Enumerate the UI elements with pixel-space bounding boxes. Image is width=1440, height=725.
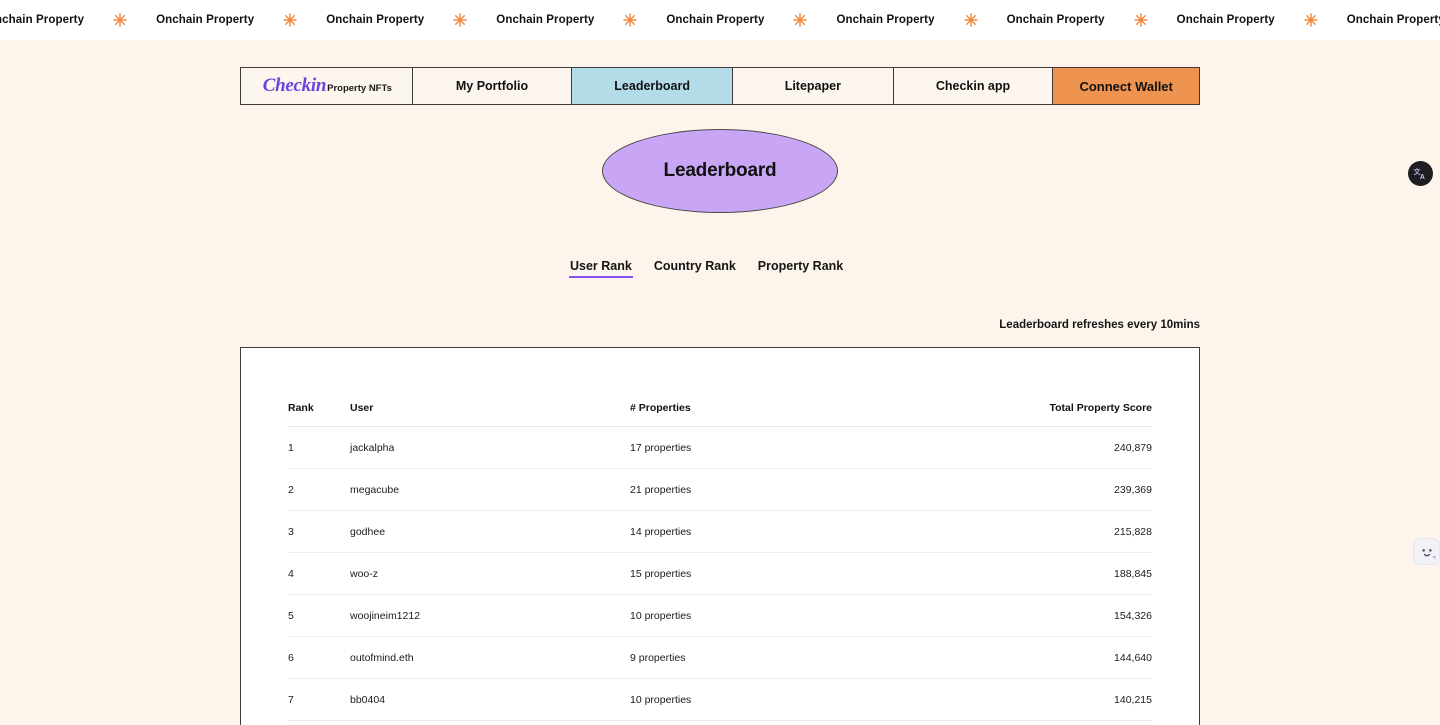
svg-text:A: A [1420, 174, 1425, 181]
cell-user: megacube [350, 468, 630, 511]
sparkle-icon [623, 13, 638, 27]
table-row[interactable]: 2 megacube 21 properties 239,369 [288, 468, 1152, 511]
table-row[interactable]: 3 godhee 14 properties 215,828 [288, 510, 1152, 553]
cell-score: 239,369 [920, 468, 1152, 511]
nav-item-my-portfolio[interactable]: My Portfolio [412, 68, 573, 104]
cell-user: jackalpha [350, 426, 630, 469]
tab-user-rank[interactable]: User Rank [559, 256, 643, 280]
cell-rank: 6 [288, 636, 350, 679]
leaderboard-tabs: User Rank Country Rank Property Rank [559, 256, 854, 280]
cell-user: outofmind.eth [350, 636, 630, 679]
connect-wallet-button[interactable]: Connect Wallet [1053, 68, 1200, 104]
cell-rank: 1 [288, 426, 350, 469]
column-header-properties: # Properties [630, 348, 920, 427]
cell-properties: 14 properties [630, 510, 920, 553]
column-header-user: User [350, 348, 630, 427]
cell-score: 240,879 [920, 426, 1152, 469]
table-body: 1 jackalpha 17 properties 240,879 2 megacube 2… [288, 426, 1152, 721]
cell-score: 215,828 [920, 510, 1152, 553]
cell-properties: 10 properties [630, 678, 920, 721]
announcement-marquee: Onchain Property Onchain Property Onchain … [0, 0, 1440, 40]
translate-icon: 文 A [1413, 167, 1425, 181]
tab-country-rank[interactable]: Country Rank [643, 256, 747, 280]
cell-properties: 9 properties [630, 636, 920, 679]
marquee-item: Onchain Property [1133, 12, 1303, 28]
chat-widget-button[interactable] [1413, 538, 1440, 565]
refresh-note: Leaderboard refreshes every 10mins [999, 319, 1200, 331]
cell-score: 154,326 [920, 594, 1152, 637]
marquee-text: Onchain Property [156, 14, 255, 26]
sparkle-icon [1304, 13, 1318, 27]
cell-properties: 17 properties [630, 426, 920, 469]
table-header-row: Rank User # Properties Total Property Sc… [288, 348, 1152, 427]
marquee-item: Onchain Property [452, 12, 622, 28]
cell-rank: 4 [288, 552, 350, 595]
page-title: Leaderboard [663, 160, 777, 181]
table-row[interactable]: 4 woo-z 15 properties 188,845 [288, 552, 1152, 595]
main-navbar: Checkin Property NFTs My Portfolio Leader… [240, 67, 1200, 105]
cell-properties: 15 properties [630, 552, 920, 595]
marquee-track: Onchain Property Onchain Property Onchain … [0, 12, 1440, 28]
logo-brand-text: Checkin [262, 75, 327, 96]
cell-score: 144,640 [920, 636, 1152, 679]
marquee-text: Onchain Property [1006, 14, 1105, 26]
site-logo[interactable]: Checkin Property NFTs [241, 68, 413, 104]
sparkle-icon [283, 13, 297, 27]
marquee-item: Onchain Property [282, 12, 452, 28]
cell-user: woo-z [350, 552, 630, 595]
column-header-rank: Rank [288, 348, 350, 427]
cell-rank: 2 [288, 468, 350, 511]
translate-button[interactable]: 文 A [1408, 161, 1433, 186]
marquee-text: Onchain Property [1176, 14, 1275, 26]
marquee-item: Onchain Property [622, 12, 792, 28]
cell-user: woojineim1212 [350, 594, 630, 637]
marquee-text: Onchain Property [666, 14, 765, 26]
table-row[interactable]: 5 woojineim1212 10 properties 154,326 [288, 594, 1152, 637]
column-header-score: Total Property Score [920, 348, 1152, 427]
table-row[interactable]: 7 bb0404 10 properties 140,215 [288, 678, 1152, 721]
sparkle-icon [793, 13, 808, 27]
marquee-item: Onchain Property [0, 12, 112, 28]
cell-score: 140,215 [920, 678, 1152, 721]
marquee-text: Onchain Property [326, 14, 425, 26]
nav-item-checkin-app[interactable]: Checkin app [893, 68, 1054, 104]
leaderboard-table-card: Rank User # Properties Total Property Sc… [240, 347, 1200, 725]
sparkle-icon [453, 13, 468, 27]
cell-properties: 10 properties [630, 594, 920, 637]
marquee-item: Onchain Property [792, 12, 962, 28]
cell-rank: 3 [288, 510, 350, 553]
leaderboard-table: Rank User # Properties Total Property Sc… [288, 348, 1152, 721]
nav-item-litepaper[interactable]: Litepaper [732, 68, 894, 104]
table-row[interactable]: 1 jackalpha 17 properties 240,879 [288, 426, 1152, 469]
marquee-text: Onchain Property [1346, 14, 1440, 26]
cell-rank: 5 [288, 594, 350, 637]
page-title-badge: Leaderboard [602, 129, 838, 213]
tab-property-rank[interactable]: Property Rank [747, 256, 854, 280]
table-row[interactable]: 6 outofmind.eth 9 properties 144,640 [288, 636, 1152, 679]
marquee-item: Onchain Property [112, 12, 282, 28]
marquee-text: Onchain Property [496, 14, 595, 26]
marquee-item: Onchain Property [1303, 12, 1440, 28]
chat-face-icon [1421, 548, 1435, 559]
marquee-text: Onchain Property [836, 14, 935, 26]
cell-properties: 21 properties [630, 468, 920, 511]
nav-item-leaderboard[interactable]: Leaderboard [572, 68, 733, 104]
logo-suffix-text: Property NFTs [327, 82, 392, 94]
marquee-text: Onchain Property [0, 14, 85, 26]
sparkle-icon [963, 13, 978, 27]
cell-user: bb0404 [350, 678, 630, 721]
marquee-item: Onchain Property [963, 12, 1133, 28]
sparkle-icon [1133, 13, 1148, 27]
sparkle-icon [113, 13, 127, 27]
cell-user: godhee [350, 510, 630, 553]
cell-score: 188,845 [920, 552, 1152, 595]
cell-rank: 7 [288, 678, 350, 721]
